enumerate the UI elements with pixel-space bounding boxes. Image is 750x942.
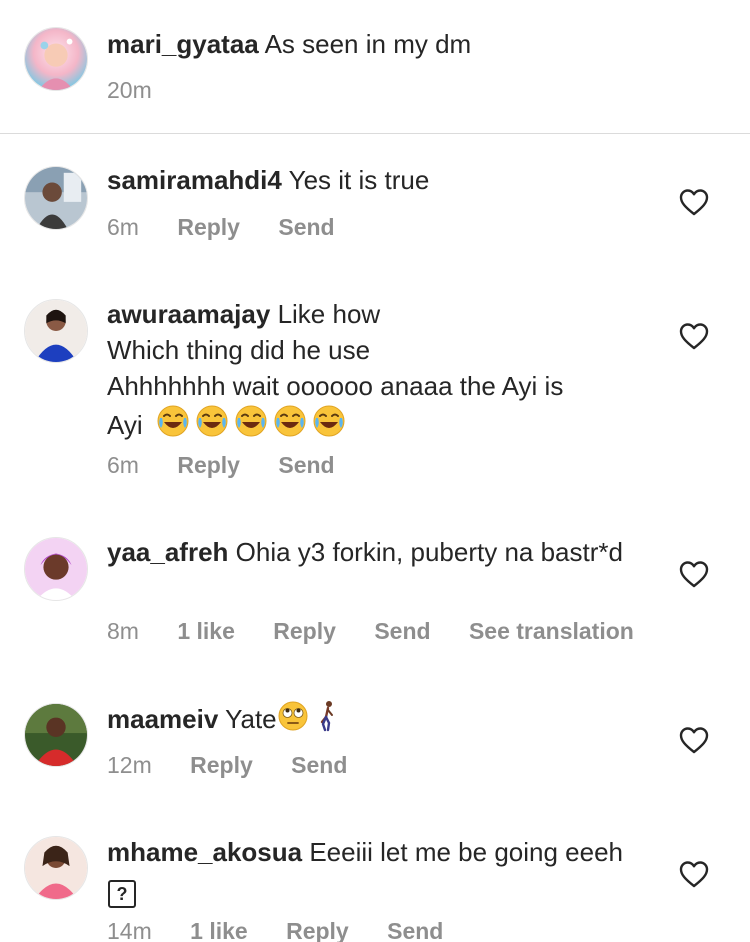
avatar[interactable] [24, 537, 88, 601]
reply-button[interactable]: Reply [273, 618, 336, 645]
comment-text: Ohia y3 forkin, puberty na bastr*d [235, 537, 623, 567]
comment-username[interactable]: mhame_akosua [107, 837, 302, 867]
heart-icon[interactable] [679, 560, 709, 588]
send-button[interactable]: Send [278, 452, 334, 479]
comment-body: mhame_akosua Eeeiii let me be going eeeh… [107, 834, 640, 908]
comment-meta: 12m Reply Send [107, 752, 379, 779]
divider [0, 133, 750, 134]
comment-username[interactable]: samiramahdi4 [107, 165, 282, 195]
comment-time: 14m [107, 918, 152, 942]
reply-button[interactable]: Reply [177, 214, 240, 241]
person-walking-emoji [316, 700, 340, 741]
comment-text: As seen in my dm [264, 29, 472, 59]
reply-button[interactable]: Reply [286, 918, 349, 942]
avatar[interactable] [24, 166, 88, 230]
heart-icon[interactable] [679, 726, 709, 754]
comment-username[interactable]: maameiv [107, 704, 218, 734]
see-translation-button[interactable]: See translation [469, 618, 634, 645]
heart-icon[interactable] [679, 188, 709, 216]
avatar[interactable] [24, 703, 88, 767]
face-with-tears-of-joy-emoji [273, 404, 307, 447]
send-button[interactable]: Send [387, 918, 443, 942]
heart-icon[interactable] [679, 860, 709, 888]
emoji-row [150, 405, 346, 440]
comments-screen: mari_gyataa As seen in my dm 20m samiram… [0, 0, 750, 942]
comment-meta: 8m 1 like Reply Send See translation [107, 618, 666, 645]
comment-meta: 20m [107, 77, 184, 104]
face-with-tears-of-joy-emoji [234, 404, 268, 447]
comment-meta: 14m 1 like Reply Send [107, 918, 475, 942]
likes-count[interactable]: 1 like [177, 618, 235, 645]
face-with-tears-of-joy-emoji [195, 404, 229, 447]
comment-text: Ayi [107, 410, 143, 440]
comment-time: 12m [107, 752, 152, 778]
send-button[interactable]: Send [291, 752, 347, 779]
face-with-rolling-eyes-emoji [277, 700, 309, 741]
comment-meta: 6m Reply Send [107, 452, 367, 479]
comment-meta: 6m Reply Send [107, 214, 367, 241]
comment-text: Eeeiii let me be going eeeh [309, 837, 624, 867]
avatar[interactable] [24, 836, 88, 900]
comment-username[interactable]: awuraamajay [107, 299, 270, 329]
comment-body: mari_gyataa As seen in my dm [107, 26, 640, 62]
comment-text: Which thing did he use [107, 335, 371, 365]
comment-username[interactable]: yaa_afreh [107, 537, 228, 567]
send-button[interactable]: Send [278, 214, 334, 241]
heart-icon[interactable] [679, 322, 709, 350]
comment-time: 6m [107, 214, 139, 240]
comment-body: yaa_afreh Ohia y3 forkin, puberty na bas… [107, 534, 640, 570]
comment-text: Ahhhhhhh wait oooooo anaaa the Ayi is [107, 371, 564, 401]
face-with-tears-of-joy-emoji [156, 404, 190, 447]
comment-time: 6m [107, 452, 139, 478]
comment-text: Like how [277, 299, 381, 329]
likes-count[interactable]: 1 like [190, 918, 248, 942]
reply-button[interactable]: Reply [190, 752, 253, 779]
comment-body: awuraamajay Like how Which thing did he … [107, 296, 640, 447]
comment-time: 20m [107, 77, 152, 103]
comment-text: Yate [225, 704, 277, 734]
comment-time: 8m [107, 618, 139, 644]
avatar[interactable] [24, 299, 88, 363]
comment-body: maameiv Yate [107, 700, 640, 741]
unknown-glyph-icon: ? [108, 880, 136, 908]
avatar[interactable] [24, 27, 88, 91]
reply-button[interactable]: Reply [177, 452, 240, 479]
comment-text: Yes it is true [288, 165, 430, 195]
comment-username[interactable]: mari_gyataa [107, 29, 259, 59]
comment-body: samiramahdi4 Yes it is true [107, 162, 640, 198]
send-button[interactable]: Send [374, 618, 430, 645]
face-with-tears-of-joy-emoji [312, 404, 346, 447]
